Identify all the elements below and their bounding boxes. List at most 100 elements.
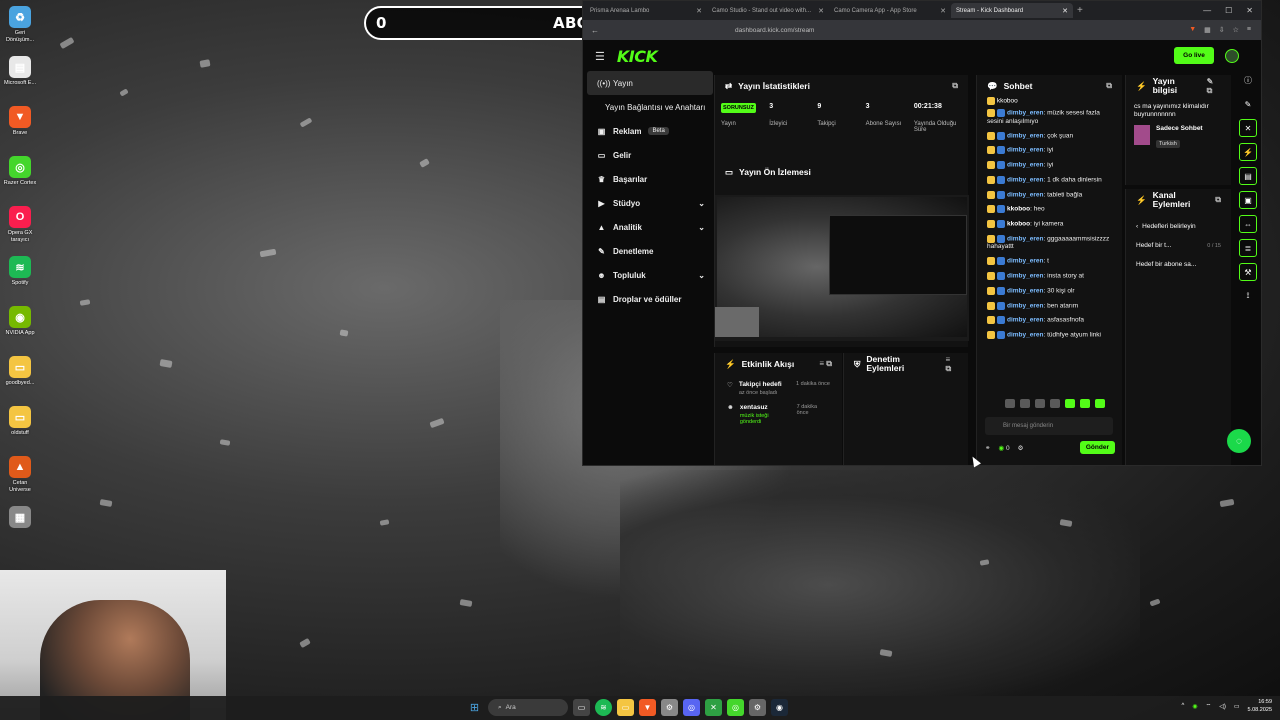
bookmark-icon[interactable]: ☆ xyxy=(1233,26,1239,34)
chat-username[interactable]: dimby_eren xyxy=(1007,273,1044,280)
windows-start-icon[interactable]: ⊞ xyxy=(466,699,483,716)
close-icon[interactable]: ✕ xyxy=(818,7,824,15)
goal-item[interactable]: Hedef bir t... 0 / 15 xyxy=(1126,242,1231,249)
desktop-shortcut[interactable]: ▦ xyxy=(2,502,38,552)
list-icon[interactable]: ≣ xyxy=(1239,239,1257,257)
steam-icon[interactable]: ◉ xyxy=(771,699,788,716)
desktop-shortcut[interactable]: ▼ Brave xyxy=(2,102,38,152)
sidebar-item[interactable]: ▭ Gelir xyxy=(587,143,713,167)
close-icon[interactable]: ✕ xyxy=(1239,119,1257,137)
close-window-icon[interactable]: ✕ xyxy=(1246,6,1253,15)
chat-username[interactable]: dimby_eren xyxy=(1007,288,1044,295)
brave-shield-icon[interactable]: ▼ xyxy=(1189,26,1196,34)
avatar[interactable] xyxy=(1225,49,1239,63)
sidebar-item[interactable]: ((•)) Yayın xyxy=(587,71,713,95)
taskbar-search[interactable]: ⌕ Ara xyxy=(488,699,568,716)
discord-icon[interactable]: ◎ xyxy=(683,699,700,716)
network-icon[interactable]: ⌔ xyxy=(1206,702,1212,710)
url-field[interactable]: dashboard.kick.com/stream xyxy=(735,27,814,34)
browser-tab[interactable]: Camo Camera App - App Store ✕ xyxy=(829,3,951,18)
tray-chevron-icon[interactable]: ^ xyxy=(1182,703,1185,709)
info-icon[interactable]: ⓘ xyxy=(1239,71,1257,89)
chat-username[interactable]: dimby_eren xyxy=(1007,191,1044,198)
desktop-shortcut[interactable]: ◉ NVIDIA App xyxy=(2,302,38,352)
filter-icon[interactable]: ≡ ⧉ xyxy=(946,355,959,374)
desktop-shortcut[interactable]: ≋ Spotify xyxy=(2,252,38,302)
desktop-shortcut[interactable]: ▭ oldstuff xyxy=(2,402,38,452)
help-chat-icon[interactable]: ◌ xyxy=(1227,429,1251,453)
emote-icon[interactable] xyxy=(1020,399,1030,408)
tray-app-icon[interactable]: ◉ xyxy=(1192,703,1197,710)
desktop-shortcut[interactable]: ◎ Razer Cortex xyxy=(2,152,38,202)
filter-icon[interactable]: ≡ ⧉ xyxy=(819,359,832,369)
chat-username[interactable]: dimby_eren xyxy=(1007,302,1044,309)
chat-username[interactable]: kkoboo xyxy=(1007,206,1030,213)
desktop-shortcut[interactable]: O Opera GX tarayıcı xyxy=(2,202,38,252)
goal-item[interactable]: Hedef bir abone sa... xyxy=(1126,261,1231,268)
sidebar-item[interactable]: ☻ Topluluk ⌄ xyxy=(587,263,713,287)
chat-icon[interactable]: ▣ xyxy=(1239,191,1257,209)
emote-icon[interactable] xyxy=(1035,399,1045,408)
minimize-icon[interactable]: — xyxy=(1203,6,1211,15)
chat-username[interactable]: dimby_eren xyxy=(1007,235,1044,242)
emote-icon[interactable] xyxy=(1050,399,1060,408)
emote-icon[interactable] xyxy=(1095,399,1105,408)
close-icon[interactable]: ✕ xyxy=(1062,7,1068,15)
spotify-icon[interactable]: ≋ xyxy=(595,699,612,716)
popout-icon[interactable]: ⧉ xyxy=(1106,81,1112,91)
chat-username[interactable]: dimby_eren xyxy=(1007,132,1044,139)
sidebar-item[interactable]: Yayın Bağlantısı ve Anahtarı xyxy=(587,95,713,119)
settings-icon[interactable]: ⚙ xyxy=(661,699,678,716)
emote-icon[interactable] xyxy=(1005,399,1015,408)
share-icon[interactable]: ⟟ xyxy=(1239,287,1257,305)
popout-icon[interactable]: ⧉ xyxy=(1215,195,1221,205)
maximize-icon[interactable]: ☐ xyxy=(1225,6,1232,15)
new-tab-button[interactable]: + xyxy=(1077,5,1083,16)
extensions-icon[interactable]: ▦ xyxy=(1204,26,1211,34)
chat-username[interactable]: dimby_eren xyxy=(1007,110,1044,117)
sidebar-item[interactable]: ✎ Denetleme xyxy=(587,239,713,263)
folder-icon[interactable]: ▭ xyxy=(617,699,634,716)
browser-tab[interactable]: Prisma Arenaa Lambo ✕ xyxy=(585,3,707,18)
sidebar-item[interactable]: ▶ Stüdyo ⌄ xyxy=(587,191,713,215)
razer-icon[interactable]: ◎ xyxy=(727,699,744,716)
sidebar-item[interactable]: ▣ Reklam Beta xyxy=(587,119,713,143)
task-view-icon[interactable]: ▭ xyxy=(573,699,590,716)
go-live-button[interactable]: Go live xyxy=(1174,47,1214,64)
edit-icon[interactable]: ✎ ⧉ xyxy=(1207,77,1221,96)
wrench-icon[interactable]: ⚒ xyxy=(1239,263,1257,281)
popout-icon[interactable]: ⧉ xyxy=(952,81,958,91)
volume-icon[interactable]: ◁) xyxy=(1219,703,1226,710)
download-icon[interactable]: ⇩ xyxy=(1219,26,1225,34)
sidebar-item[interactable]: ▲ Analitik ⌄ xyxy=(587,215,713,239)
settings-link-icon[interactable]: ⚭ xyxy=(985,444,990,452)
close-icon[interactable]: ✕ xyxy=(696,7,702,15)
desktop-shortcut[interactable]: ▲ Cetan Universe xyxy=(2,452,38,502)
sidebar-item[interactable]: ▤ Droplar ve ödüller xyxy=(587,287,713,311)
menu-icon[interactable]: ≡ xyxy=(1247,26,1251,34)
close-icon[interactable]: ✕ xyxy=(940,7,946,15)
browser-tab[interactable]: Camo Studio - Stand out video with... ✕ xyxy=(707,3,829,18)
emote-icon[interactable] xyxy=(1080,399,1090,408)
document-icon[interactable]: ▤ xyxy=(1239,167,1257,185)
chat-username[interactable]: kkoboo xyxy=(1007,221,1030,228)
chat-username[interactable]: dimby_eren xyxy=(1007,258,1044,265)
lightning-icon[interactable]: ⚡ xyxy=(1239,143,1257,161)
chat-username[interactable]: dimby_eren xyxy=(1007,177,1044,184)
back-icon[interactable]: ← xyxy=(591,26,599,35)
desktop-shortcut[interactable]: ♻ Geri Dönüşüm... xyxy=(2,2,38,52)
kick-logo[interactable]: KICK xyxy=(617,47,658,66)
emote-icon[interactable] xyxy=(1065,399,1075,408)
desktop-shortcut[interactable]: ▭ goodbyed... xyxy=(2,352,38,402)
chat-username[interactable]: dimby_eren xyxy=(1007,162,1044,169)
browser-tab-active[interactable]: Stream - Kick Dashboard ✕ xyxy=(951,3,1073,18)
hamburger-menu-icon[interactable]: ☰ xyxy=(595,50,605,63)
stream-preview-video[interactable] xyxy=(715,195,969,341)
sidebar-item[interactable]: ♛ Başarılar xyxy=(587,167,713,191)
pencil-icon[interactable]: ✎ xyxy=(1239,95,1257,113)
xbox-icon[interactable]: ✕ xyxy=(705,699,722,716)
chat-username[interactable]: dimby_eren xyxy=(1007,147,1044,154)
send-button[interactable]: Gönder xyxy=(1079,441,1115,454)
app-icon[interactable]: ⚙ xyxy=(749,699,766,716)
chat-username[interactable]: dimby_eren xyxy=(1007,332,1044,339)
